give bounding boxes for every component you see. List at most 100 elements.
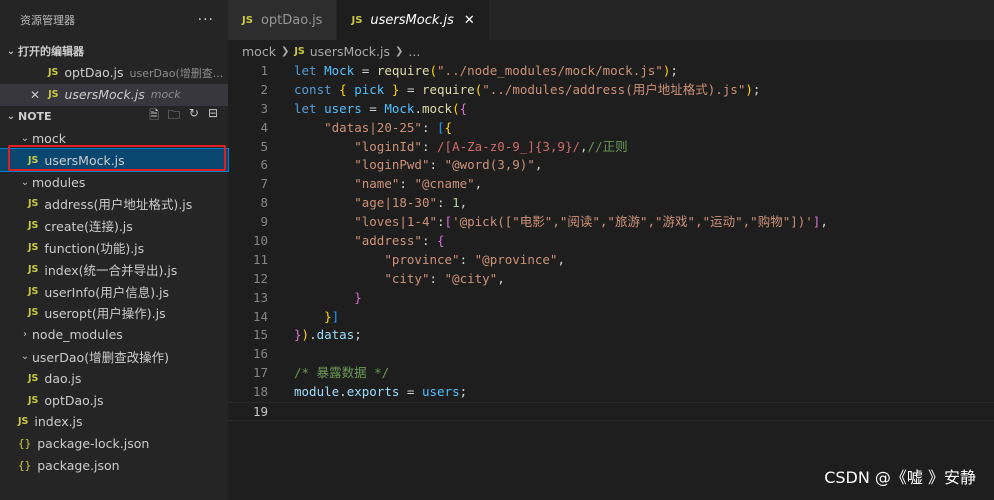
js-file-icon: JS — [28, 198, 39, 210]
js-file-icon: JS — [48, 89, 59, 101]
note-section[interactable]: ⌄ NOTE 🗎 🗀 ↻ ⊟ — [0, 106, 228, 128]
line-number: 10 — [252, 233, 268, 249]
tree-item-label: userInfo(用户信息).js — [44, 284, 170, 300]
tree-file[interactable]: JS address(用户地址格式).js — [0, 193, 228, 215]
more-actions-icon[interactable]: ··· — [198, 12, 214, 28]
code-line: 13 } — [228, 289, 994, 308]
line-number: 11 — [252, 251, 268, 267]
code-line: 4 "datas|20-25": [{ — [228, 119, 994, 138]
tab-usersmock[interactable]: JS usersMock.js ✕ — [337, 0, 490, 40]
tree-item-label: modules — [32, 174, 86, 190]
new-file-icon[interactable]: 🗎 — [149, 106, 159, 127]
chevron-right-icon: ❯ — [395, 45, 404, 57]
chevron-down-icon: ⌄ — [20, 132, 30, 144]
code-line: 8 "age|18-30": 1, — [228, 194, 994, 213]
tree-item-label: useropt(用户操作).js — [44, 306, 166, 322]
tree-file[interactable]: JS create(连接).js — [0, 215, 228, 237]
breadcrumb-folder[interactable]: mock — [242, 44, 276, 59]
code-text: }] — [324, 308, 340, 324]
code-text: "address": { — [354, 233, 445, 249]
tree-folder-modules[interactable]: ⌄ modules — [0, 171, 228, 193]
open-editor-desc: userDao(增删查... — [129, 66, 224, 80]
tree-file[interactable]: JS optDao.js — [0, 389, 228, 411]
tree-item-label: create(连接).js — [44, 219, 133, 235]
tree-file[interactable]: JS index(统一合并导出).js — [0, 258, 228, 280]
line-number: 12 — [252, 270, 268, 286]
tree-file[interactable]: JS index.js — [0, 411, 228, 433]
code-text: let users = Mock.mock({ — [294, 100, 468, 116]
code-text: const { pick } = require("../modules/add… — [294, 81, 761, 97]
explorer-title: 资源管理器 — [20, 14, 75, 27]
open-editor-item-optdao[interactable]: JS optDao.js userDao(增删查... — [0, 62, 228, 84]
close-icon[interactable]: ✕ — [30, 88, 40, 102]
code-line: 1 let Mock = require("../node_modules/moc… — [228, 62, 994, 81]
line-number: 9 — [260, 214, 268, 230]
chevron-down-icon: ⌄ — [6, 111, 16, 123]
tree-item-label: function(功能).js — [44, 240, 145, 256]
new-folder-icon[interactable]: 🗀 — [168, 106, 180, 127]
open-editors-label: 打开的编辑器 — [18, 45, 84, 58]
line-number: 7 — [260, 176, 268, 192]
tree-file[interactable]: {} package.json — [0, 455, 228, 477]
tree-file[interactable]: JS useropt(用户操作).js — [0, 302, 228, 324]
collapse-all-icon[interactable]: ⊟ — [208, 106, 218, 127]
tab-label: usersMock.js — [370, 12, 454, 28]
code-text: "province": "@province", — [384, 251, 565, 267]
line-number: 18 — [252, 384, 268, 400]
open-editor-item-usersmock[interactable]: ✕ JS usersMock.js mock — [0, 83, 228, 106]
breadcrumb: mock ❯ JS usersMock.js ❯ ... — [228, 40, 994, 62]
code-line: 9 "loves|1-4":['@pick(["电影","阅读","旅游","游… — [228, 213, 994, 232]
js-file-icon: JS — [28, 154, 39, 166]
js-file-icon: JS — [48, 67, 59, 79]
open-editor-desc: mock — [150, 88, 181, 102]
chevron-down-icon: ⌄ — [20, 176, 30, 188]
code-editor[interactable]: 1 let Mock = require("../node_modules/moc… — [228, 62, 994, 500]
chevron-right-icon: › — [23, 329, 27, 341]
code-text: } — [354, 289, 362, 305]
note-actions: 🗎 🗀 ↻ ⊟ — [149, 106, 228, 127]
js-file-icon: JS — [28, 372, 39, 384]
open-editor-name: optDao.js — [64, 65, 124, 81]
tree-item-label: dao.js — [44, 370, 82, 386]
tree-folder-userdao[interactable]: ⌄ userDao(增删查改操作) — [0, 346, 228, 368]
code-line: 7 "name": "@cname", — [228, 175, 994, 194]
tree-item-label: index(统一合并导出).js — [44, 262, 178, 278]
refresh-icon[interactable]: ↻ — [189, 106, 199, 127]
code-line: 16 — [228, 345, 994, 364]
line-number: 14 — [252, 308, 268, 324]
breadcrumb-file[interactable]: usersMock.js — [310, 44, 390, 59]
line-number: 17 — [252, 365, 268, 381]
close-tab-icon[interactable]: ✕ — [464, 13, 475, 28]
code-text: "city": "@city", — [384, 270, 505, 286]
json-file-icon: {} — [18, 458, 32, 472]
tree-folder-mock[interactable]: ⌄ mock — [0, 128, 228, 150]
tree-item-label: package.json — [37, 457, 120, 473]
code-line: 14 }] — [228, 308, 994, 327]
tree-file[interactable]: JS dao.js — [0, 367, 228, 389]
tree-item-label: package-lock.json — [37, 436, 150, 452]
code-line: 11 "province": "@province", — [228, 251, 994, 270]
tab-optdao[interactable]: JS optDao.js — [228, 0, 338, 40]
tree-folder-node-modules[interactable]: › node_modules — [0, 324, 228, 346]
code-line: 10 "address": { — [228, 232, 994, 251]
breadcrumb-symbol[interactable]: ... — [408, 44, 420, 59]
explorer-sidebar: 资源管理器 ··· ⌄ 打开的编辑器 JS optDao.js userDao(… — [0, 0, 229, 500]
tree-item-label: userDao(增删查改操作) — [32, 349, 169, 365]
js-file-icon: JS — [28, 285, 39, 297]
line-number: 2 — [260, 81, 268, 97]
tree-file[interactable]: {} package-lock.json — [0, 433, 228, 455]
editor-tabs: JS optDao.js JS usersMock.js ✕ — [228, 0, 994, 40]
line-number: 1 — [260, 63, 268, 78]
open-editors-section[interactable]: ⌄ 打开的编辑器 — [0, 40, 228, 62]
tree-file[interactable]: JS function(功能).js — [0, 237, 228, 259]
tree-item-label: usersMock.js — [44, 152, 125, 168]
line-number: 15 — [252, 327, 268, 343]
code-text: "loginPwd": "@word(3,9)", — [354, 157, 543, 173]
js-file-icon: JS — [18, 416, 29, 428]
code-line: 2 const { pick } = require("../modules/ad… — [228, 81, 994, 100]
note-label: NOTE — [18, 110, 52, 124]
code-text: module.exports = users; — [294, 384, 468, 400]
tree-file-usersmock[interactable]: JS usersMock.js — [0, 148, 229, 173]
tree-item-label: address(用户地址格式).js — [44, 197, 193, 213]
tree-file[interactable]: JS userInfo(用户信息).js — [0, 280, 228, 302]
